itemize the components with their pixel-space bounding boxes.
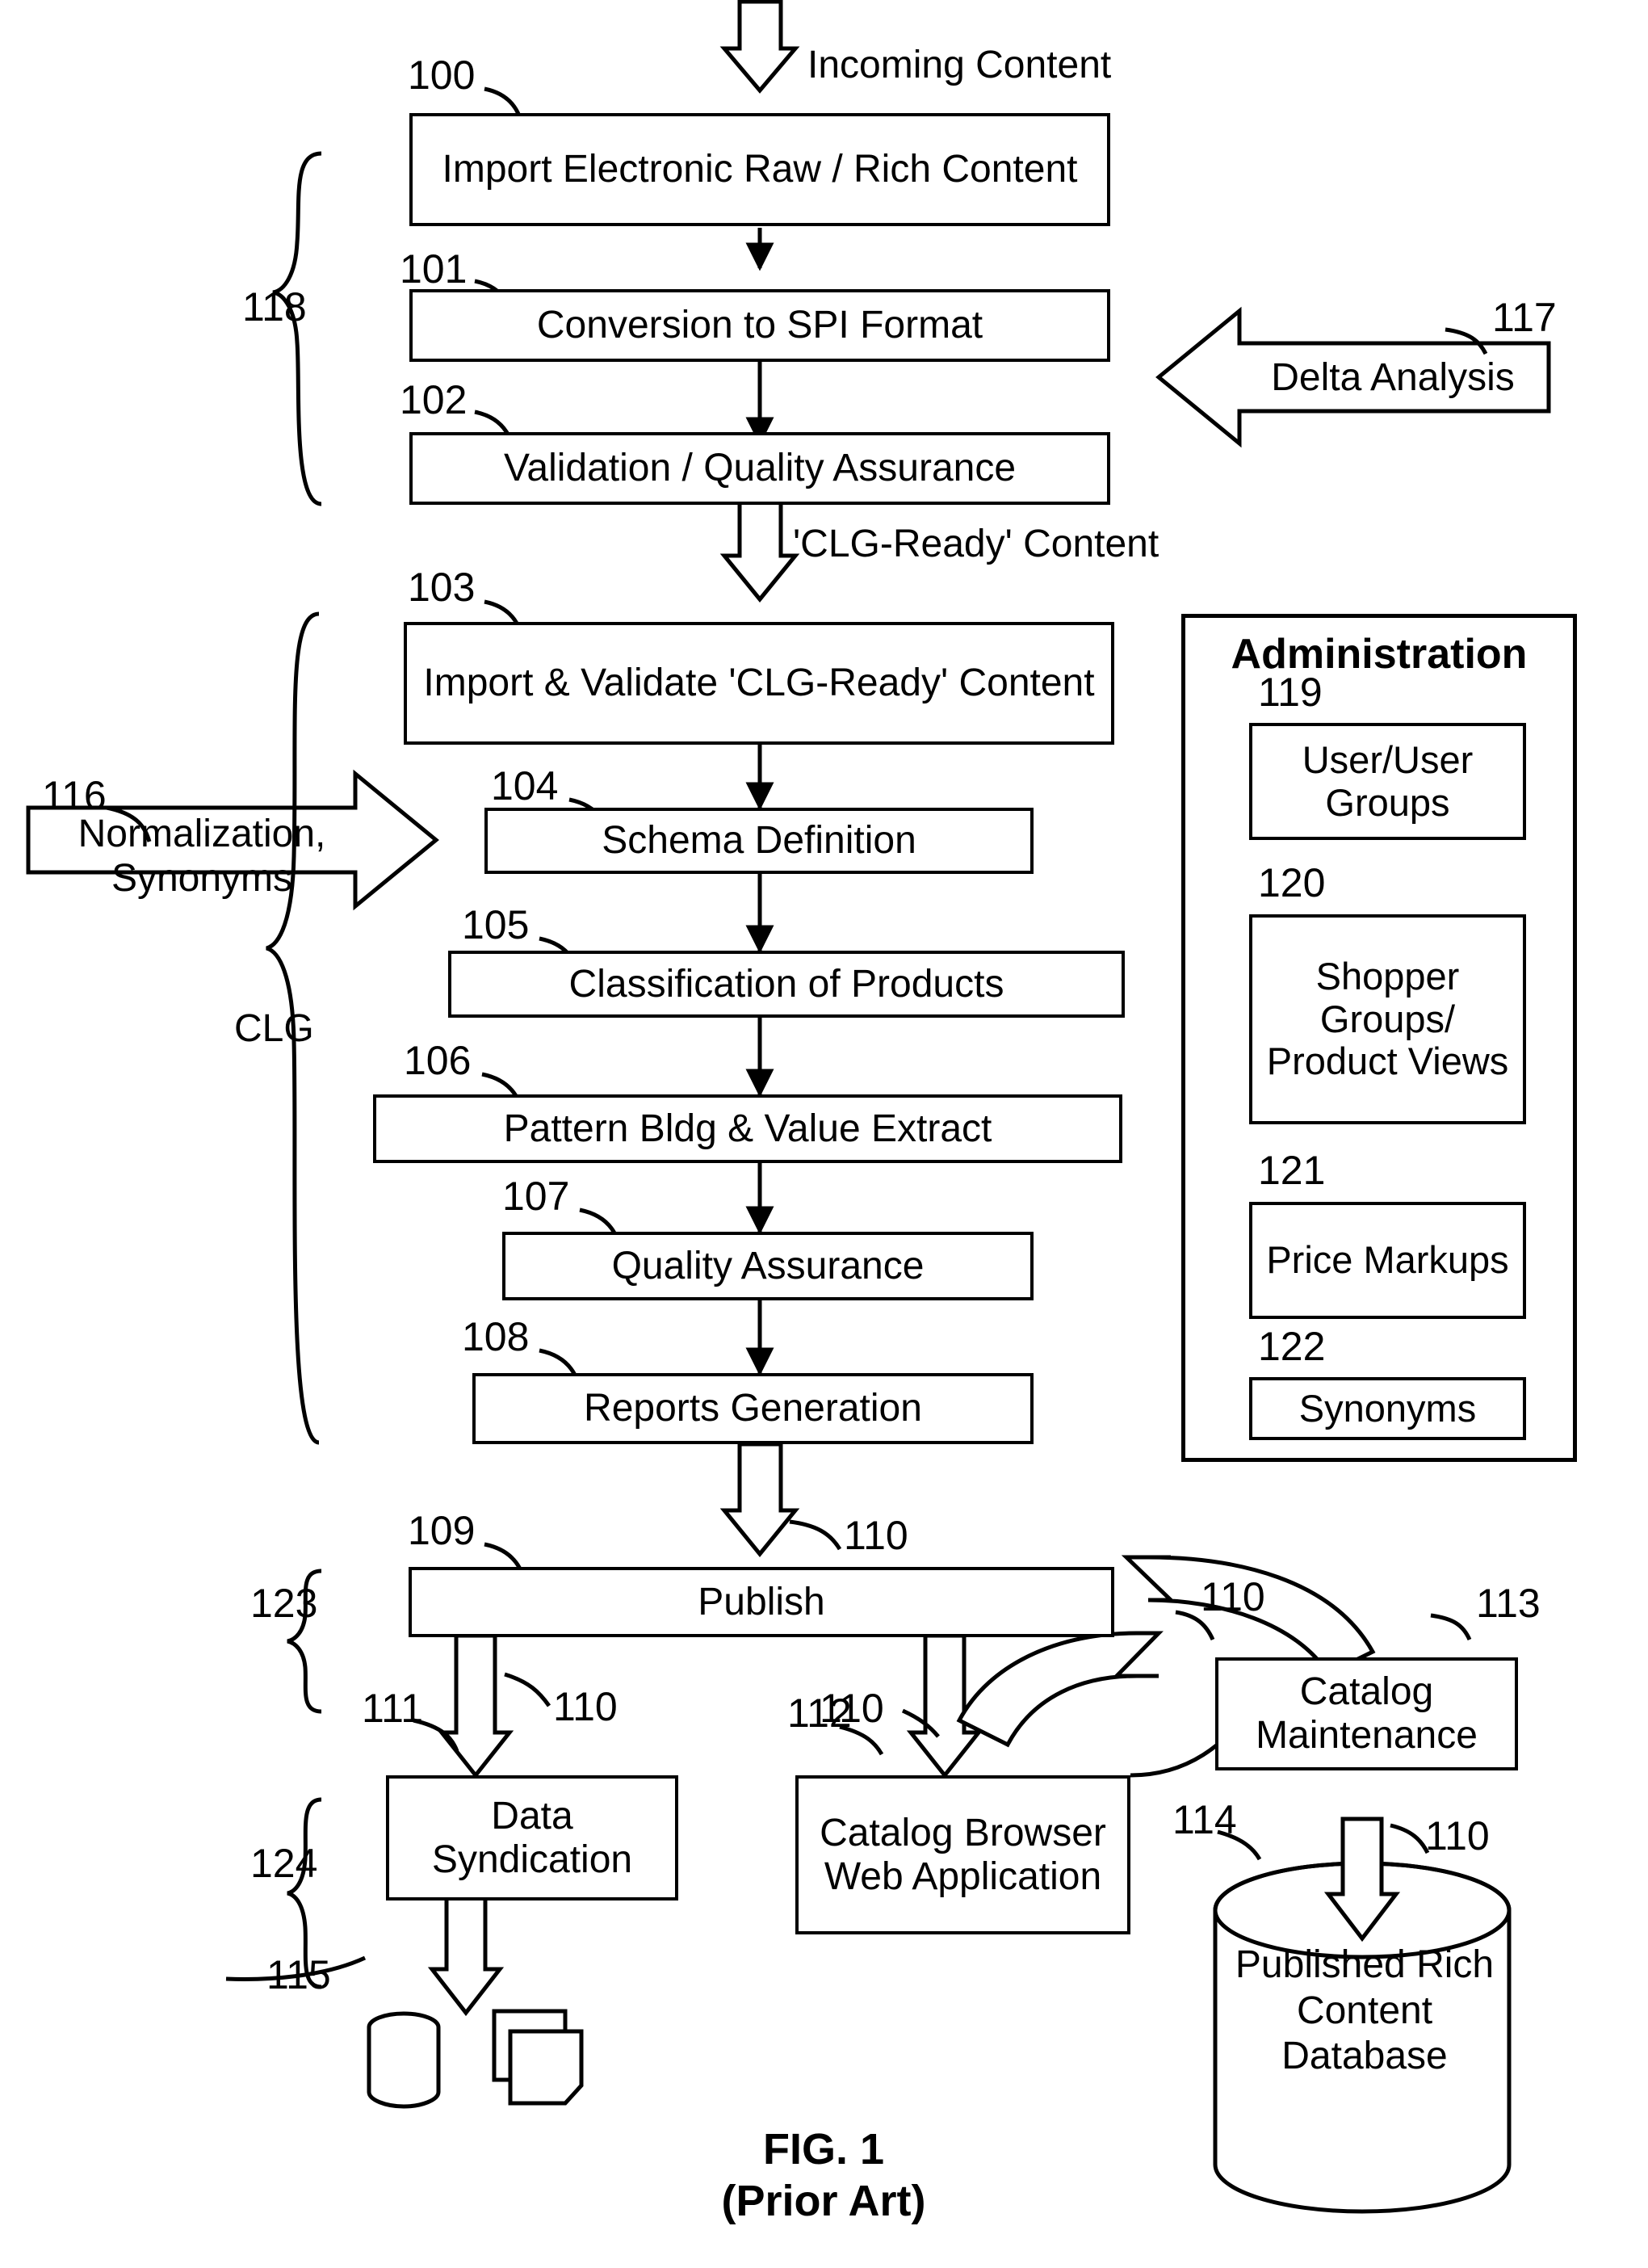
ref-109: 109 xyxy=(408,1508,476,1553)
input-arrow-116-label: Normalization, Synonyms xyxy=(78,813,326,901)
process-box-112-catalog-browser[interactable]: Catalog Browser Web Application xyxy=(795,1775,1130,1934)
admin-box-119-user-groups[interactable]: User/User Groups xyxy=(1249,723,1526,840)
ref-120: 120 xyxy=(1258,860,1326,905)
admin-box-120-shopper-groups[interactable]: Shopper Groups/ Product Views xyxy=(1249,914,1526,1124)
ref-110-b: 110 xyxy=(553,1684,618,1729)
process-box-108[interactable]: Reports Generation xyxy=(472,1373,1034,1444)
process-box-105[interactable]: Classification of Products xyxy=(448,951,1125,1018)
admin-box-122-synonyms[interactable]: Synonyms xyxy=(1249,1377,1526,1440)
ref-123: 123 xyxy=(250,1581,318,1626)
clg-bracket-label: CLG xyxy=(234,1007,314,1050)
ref-112: 112 xyxy=(787,1690,852,1736)
ref-121: 121 xyxy=(1258,1148,1326,1193)
ref-104: 104 xyxy=(491,763,559,808)
process-box-102[interactable]: Validation / Quality Assurance xyxy=(409,432,1110,505)
database-label-114: Published Rich Content Database xyxy=(1235,1943,1495,2078)
ref-110-d: 110 xyxy=(1201,1574,1265,1619)
ref-122: 122 xyxy=(1258,1324,1326,1369)
process-box-111-data-syndication[interactable]: Data Syndication xyxy=(386,1775,678,1900)
ref-118: 118 xyxy=(242,284,307,330)
ref-115: 115 xyxy=(266,1952,331,1997)
process-box-103[interactable]: Import & Validate 'CLG-Ready' Content xyxy=(404,622,1114,745)
ref-111: 111 xyxy=(362,1686,424,1731)
ref-116: 116 xyxy=(42,773,107,818)
process-box-104[interactable]: Schema Definition xyxy=(484,808,1034,874)
input-arrow-117-label: Delta Analysis xyxy=(1271,356,1515,399)
process-box-113-catalog-maintenance[interactable]: Catalog Maintenance xyxy=(1215,1657,1518,1770)
clg-ready-content-label: 'CLG-Ready' Content xyxy=(793,523,1159,565)
ref-113: 113 xyxy=(1476,1581,1541,1626)
ref-110-a: 110 xyxy=(844,1513,908,1558)
process-box-101[interactable]: Conversion to SPI Format xyxy=(409,289,1110,362)
patent-figure-canvas: Import Electronic Raw / Rich Content Con… xyxy=(0,0,1648,2268)
process-box-100[interactable]: Import Electronic Raw / Rich Content xyxy=(409,113,1110,226)
incoming-content-label: Incoming Content xyxy=(807,44,1112,86)
process-box-106[interactable]: Pattern Bldg & Value Extract xyxy=(373,1094,1122,1163)
admin-box-121-price-markups[interactable]: Price Markups xyxy=(1249,1202,1526,1319)
ref-102: 102 xyxy=(400,377,468,422)
ref-114: 114 xyxy=(1172,1797,1237,1842)
ref-117: 117 xyxy=(1492,295,1557,340)
figure-caption-line2: (Prior Art) xyxy=(721,2176,926,2225)
ref-105: 105 xyxy=(462,902,530,947)
figure-caption: FIG. 1 (Prior Art) xyxy=(622,2124,1025,2227)
ref-106: 106 xyxy=(404,1038,472,1083)
ref-119: 119 xyxy=(1258,670,1323,715)
ref-101: 101 xyxy=(400,246,468,292)
ref-124: 124 xyxy=(250,1841,318,1886)
ref-100: 100 xyxy=(408,52,476,98)
figure-caption-line1: FIG. 1 xyxy=(762,2125,885,2174)
ref-103: 103 xyxy=(408,565,476,610)
process-box-107[interactable]: Quality Assurance xyxy=(502,1232,1034,1300)
ref-110-e: 110 xyxy=(1425,1813,1490,1858)
process-box-109-publish[interactable]: Publish xyxy=(409,1567,1114,1637)
ref-107: 107 xyxy=(502,1174,570,1219)
administration-title: Administration xyxy=(1231,631,1528,678)
ref-108: 108 xyxy=(462,1314,530,1359)
